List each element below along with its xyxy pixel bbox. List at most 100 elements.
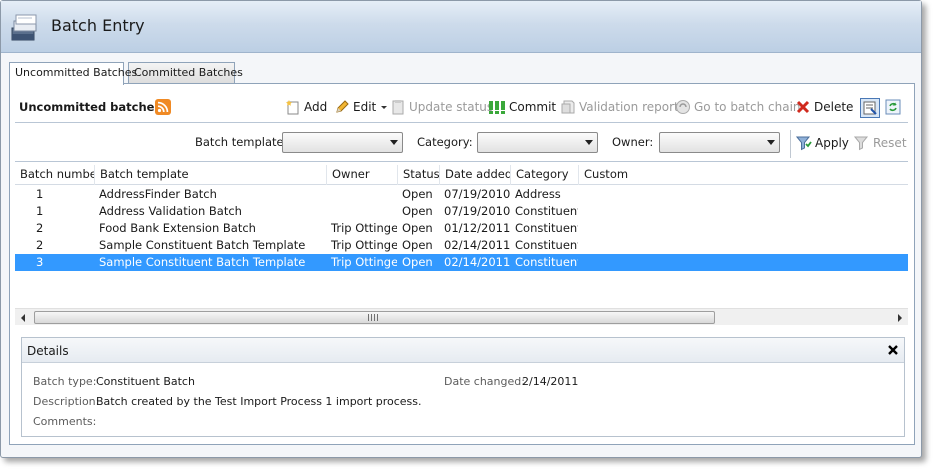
page-title: Batch Entry xyxy=(51,16,145,35)
cell-batch-number: 2 xyxy=(36,238,44,252)
column-header-date-added[interactable]: Date added xyxy=(439,165,510,185)
cell-date-added: 01/12/2011 xyxy=(444,221,510,235)
cell-owner: Trip Ottinger xyxy=(331,255,397,269)
delete-button[interactable]: Delete xyxy=(795,98,853,116)
category-label: Category: xyxy=(417,135,473,149)
validation-report-label: Validation report xyxy=(579,100,679,114)
cell-batch-template: AddressFinder Batch xyxy=(99,187,217,201)
commit-icon xyxy=(489,101,505,114)
description-value: Batch created by the Test Import Process… xyxy=(96,395,422,408)
cell-status: Open xyxy=(402,204,433,218)
refresh-icon xyxy=(885,99,901,115)
clipboard-icon xyxy=(392,100,404,115)
tab-committed-batches[interactable]: Committed Batches xyxy=(128,62,243,84)
cell-status: Open xyxy=(402,187,433,201)
cell-batch-number: 2 xyxy=(36,221,44,235)
batch-type-value: Constituent Batch xyxy=(96,375,195,388)
table-row[interactable]: 1 Address Validation Batch Open 07/19/20… xyxy=(15,203,908,220)
column-header-batch-number[interactable]: Batch number xyxy=(15,165,94,185)
cell-batch-template: Sample Constituent Batch Template xyxy=(99,238,306,252)
details-header: Details xyxy=(22,338,904,363)
commit-button[interactable]: Commit xyxy=(488,98,556,116)
owner-label: Owner: xyxy=(612,135,654,149)
chevron-down-icon xyxy=(585,140,593,145)
update-status-button[interactable]: Update status xyxy=(390,98,493,116)
column-header-custom[interactable]: Custom xyxy=(578,165,908,185)
delete-label: Delete xyxy=(814,100,854,114)
column-header-status[interactable]: Status xyxy=(397,165,439,185)
details-pane: Details Batch type: Constituent Batch Da… xyxy=(21,337,905,437)
cell-custom xyxy=(578,186,908,203)
date-changed-value: 2/14/2011 xyxy=(522,375,579,388)
pencil-icon xyxy=(336,100,349,113)
horizontal-scrollbar[interactable] xyxy=(15,308,908,325)
cell-custom xyxy=(578,220,908,237)
section-title: Uncommitted batches xyxy=(19,100,162,114)
cell-date-added: 02/14/2011 xyxy=(444,255,510,269)
refresh-button[interactable] xyxy=(884,98,904,118)
cell-category: Constituent xyxy=(515,255,578,269)
cell-custom xyxy=(578,254,908,271)
add-button[interactable]: Add xyxy=(285,98,327,116)
scroll-right-icon[interactable] xyxy=(898,314,902,322)
report-icon xyxy=(561,100,575,114)
cell-custom xyxy=(578,203,908,220)
filter-reset-icon xyxy=(854,136,869,151)
comments-label: Comments: xyxy=(33,415,97,428)
table-row[interactable]: 2 Sample Constituent Batch Template Trip… xyxy=(15,237,908,254)
cell-category: Constituent xyxy=(515,221,578,235)
batch-template-label: Batch template: xyxy=(195,135,288,149)
filter-icon xyxy=(796,136,812,151)
cell-date-added: 07/19/2010 xyxy=(444,204,510,218)
add-label: Add xyxy=(304,100,328,114)
table-row[interactable]: 1 AddressFinder Batch Open 07/19/2010 Ad… xyxy=(15,186,908,203)
batch-template-select[interactable] xyxy=(282,132,403,153)
rss-feed-icon[interactable] xyxy=(155,99,171,115)
tab-uncommitted-batches[interactable]: Uncommitted Batches xyxy=(9,62,137,85)
go-to-batch-chain-button[interactable]: Go to batch chain xyxy=(675,98,801,116)
toolbar-divider xyxy=(15,122,908,123)
table-row-selected[interactable]: 3 Sample Constituent Batch Template Trip… xyxy=(15,254,908,271)
cell-status: Open xyxy=(402,221,433,235)
apply-button[interactable]: Apply xyxy=(796,134,849,152)
filter-divider-bottom xyxy=(15,161,908,162)
column-header-owner[interactable]: Owner xyxy=(326,165,397,185)
grip-icon xyxy=(368,314,380,321)
edit-label: Edit xyxy=(353,100,377,114)
batch-entry-icon xyxy=(11,14,37,41)
cell-date-added: 02/14/2011 xyxy=(444,238,510,252)
category-select[interactable] xyxy=(477,132,598,153)
batch-type-label: Batch type: xyxy=(33,375,97,388)
validation-report-button[interactable]: Validation report xyxy=(560,98,679,116)
cell-batch-number: 1 xyxy=(36,204,44,218)
date-changed-label: Date changed: xyxy=(444,375,525,388)
owner-select[interactable] xyxy=(659,132,780,153)
uncommitted-batches-panel: Uncommitted batches Add Edit Update stat… xyxy=(9,83,915,445)
details-title: Details xyxy=(27,344,69,358)
add-icon xyxy=(286,100,299,115)
grid-header: Batch number Batch template Owner Status… xyxy=(15,165,908,185)
cell-batch-template: Food Bank Extension Batch xyxy=(99,221,256,235)
page-header: Batch Entry xyxy=(1,1,921,53)
cell-custom xyxy=(578,237,908,254)
update-status-label: Update status xyxy=(409,100,494,114)
reset-button[interactable]: Reset xyxy=(854,134,907,152)
edit-button[interactable]: Edit xyxy=(334,98,392,116)
go-to-batch-chain-label: Go to batch chain xyxy=(694,100,801,114)
cell-category: Constituent xyxy=(515,204,578,218)
scroll-left-icon[interactable] xyxy=(21,314,25,322)
cell-status: Open xyxy=(402,255,433,269)
scrollbar-thumb[interactable] xyxy=(34,311,715,324)
details-view-toggle[interactable] xyxy=(860,98,880,118)
table-row[interactable]: 2 Food Bank Extension Batch Trip Ottinge… xyxy=(15,220,908,237)
cell-batch-template: Address Validation Batch xyxy=(99,204,242,218)
column-header-category[interactable]: Category xyxy=(510,165,578,185)
column-header-batch-template[interactable]: Batch template xyxy=(94,165,326,185)
cell-category: Constituent xyxy=(515,238,578,252)
close-icon[interactable] xyxy=(887,344,899,356)
filter-divider xyxy=(790,130,791,158)
chevron-down-icon xyxy=(767,140,775,145)
cell-batch-number: 1 xyxy=(36,187,44,201)
cell-batch-template: Sample Constituent Batch Template xyxy=(99,255,306,269)
cell-owner: Trip Ottinger xyxy=(331,221,397,235)
